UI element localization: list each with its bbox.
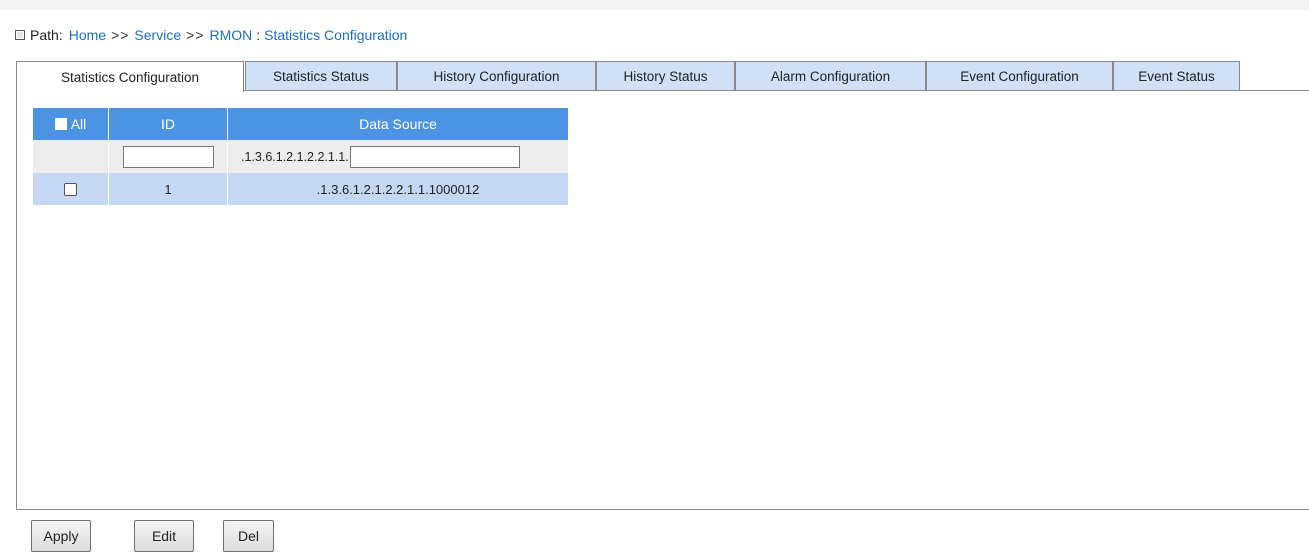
row-id: 1 xyxy=(109,173,228,205)
path-label: Path: xyxy=(30,27,63,43)
data-source-prefix: .1.3.6.1.2.1.2.2.1.1. xyxy=(241,149,349,164)
tab-event-configuration[interactable]: Event Configuration xyxy=(926,61,1113,90)
data-source-input[interactable] xyxy=(349,145,520,168)
tab-history-configuration[interactable]: History Configuration xyxy=(397,61,596,90)
breadcrumb-separator: : xyxy=(256,27,261,43)
apply-button[interactable]: Apply xyxy=(31,520,91,552)
tab-history-status[interactable]: History Status xyxy=(596,61,735,90)
tab-statistics-status[interactable]: Statistics Status xyxy=(245,61,397,90)
breadcrumb-rmon[interactable]: RMON xyxy=(209,27,252,43)
tab-event-status[interactable]: Event Status xyxy=(1113,61,1240,90)
table-row: 1 .1.3.6.1.2.1.2.2.1.1.1000012 xyxy=(33,173,568,205)
edit-button[interactable]: Edit xyxy=(134,520,194,552)
select-all-checkbox[interactable] xyxy=(54,118,67,130)
row-data-source: .1.3.6.1.2.1.2.2.1.1.1000012 xyxy=(316,181,480,197)
breadcrumb-current[interactable]: Statistics Configuration xyxy=(264,27,407,43)
statistics-table: All ID Data Source .1.3.6.1.2.1.2.2.1.1.… xyxy=(33,108,568,205)
header-all: All xyxy=(33,108,109,140)
table-header: All ID Data Source xyxy=(33,108,568,140)
header-all-label: All xyxy=(70,116,87,132)
id-input[interactable] xyxy=(122,145,214,168)
breadcrumb-separator: >> xyxy=(186,27,205,43)
header-data-source: Data Source xyxy=(359,116,437,132)
header-id: ID xyxy=(109,108,228,140)
tab-statistics-configuration[interactable]: Statistics Configuration xyxy=(16,61,244,92)
del-button[interactable]: Del xyxy=(223,520,274,552)
top-band xyxy=(0,0,1309,10)
breadcrumb-separator: >> xyxy=(111,27,130,43)
breadcrumb-service[interactable]: Service xyxy=(134,27,181,43)
tab-alarm-configuration[interactable]: Alarm Configuration xyxy=(735,61,926,90)
breadcrumb: Path: Home >> Service >> RMON : Statisti… xyxy=(15,25,407,45)
square-icon xyxy=(15,30,25,40)
row-checkbox[interactable] xyxy=(64,182,77,196)
breadcrumb-home[interactable]: Home xyxy=(69,27,106,43)
input-row: .1.3.6.1.2.1.2.2.1.1. xyxy=(33,140,568,173)
